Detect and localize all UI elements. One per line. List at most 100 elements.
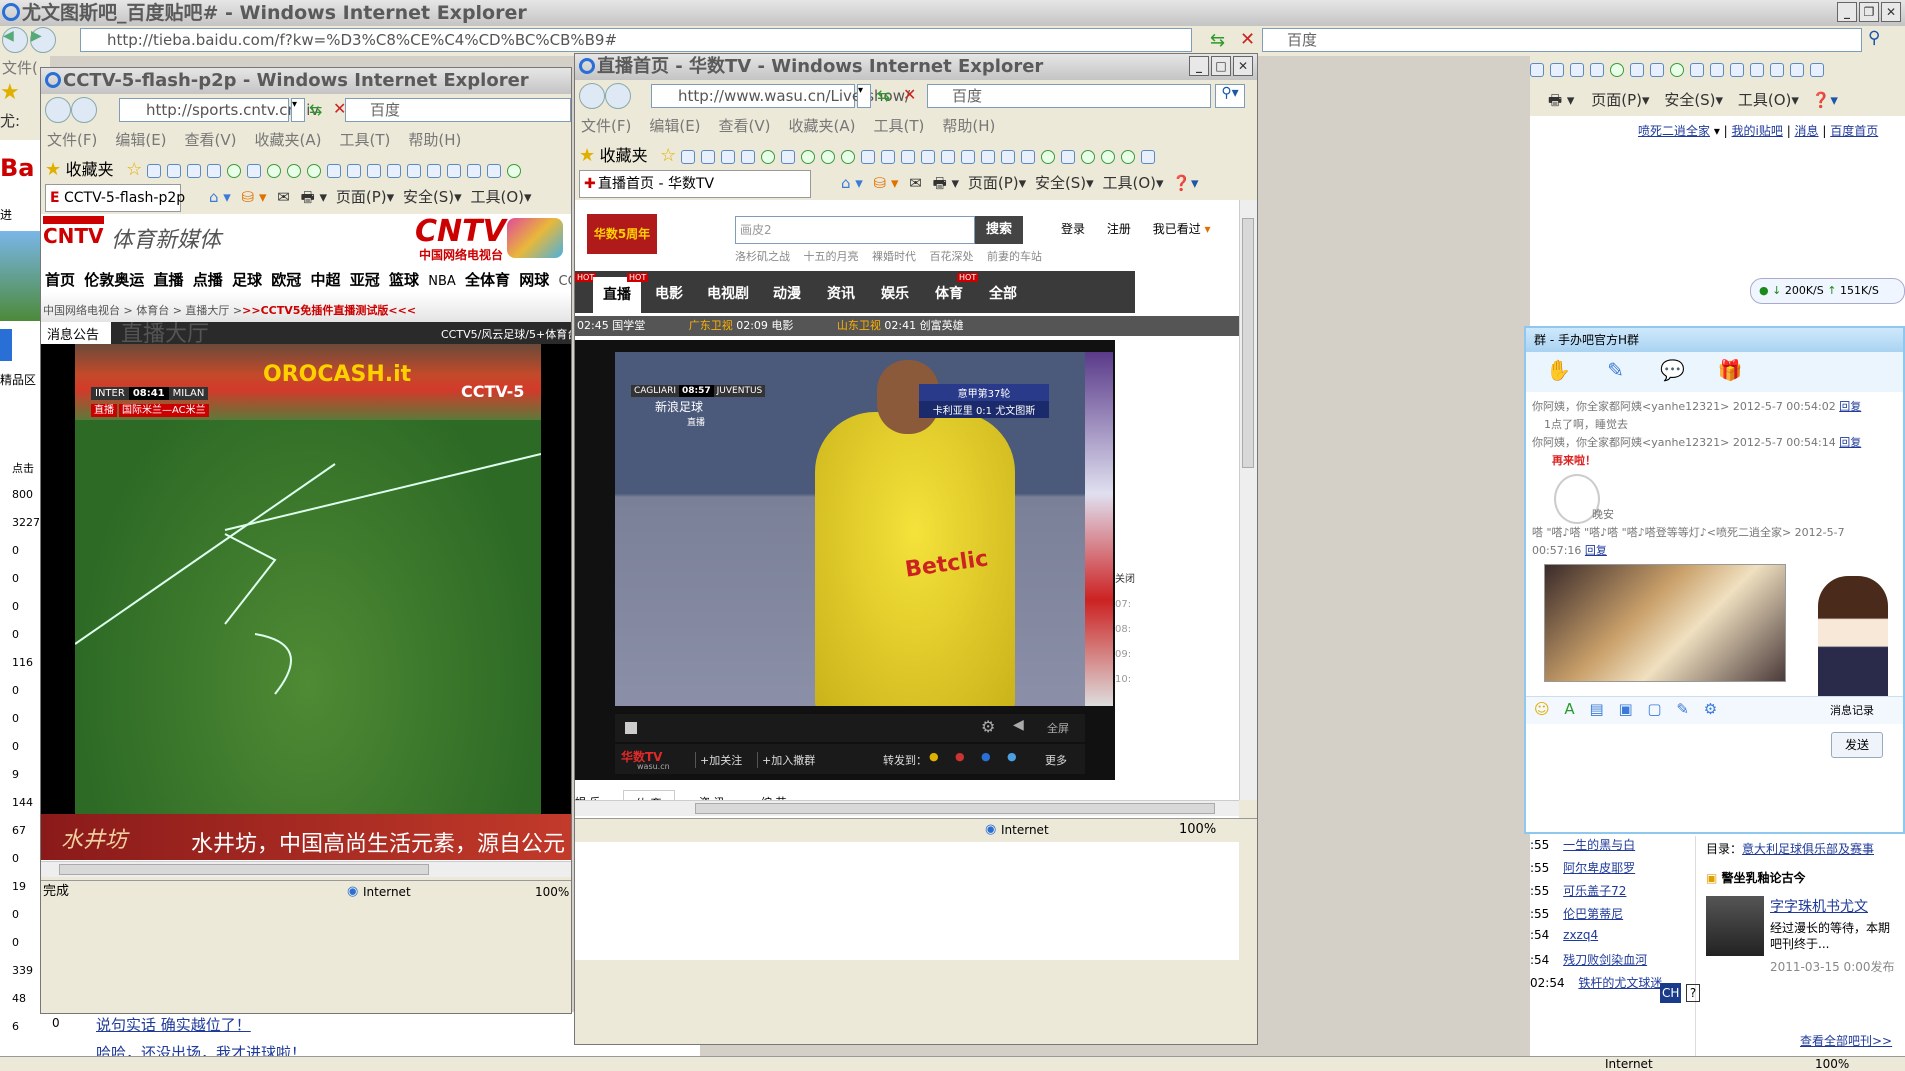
chat-gift-icon[interactable]: 🎁: [1718, 358, 1743, 382]
wasu-tab[interactable]: ✚ 直播首页 - 华数TV: [579, 170, 811, 198]
ticker-show[interactable]: 创富英雄: [920, 319, 964, 332]
scroll-thumb[interactable]: [59, 864, 429, 875]
category-sports[interactable]: 体育: [935, 283, 963, 303]
share-icon[interactable]: ●: [981, 750, 991, 763]
right-menu-page[interactable]: 页面(P): [1591, 91, 1642, 109]
hot-word[interactable]: 十五的月亮: [804, 250, 859, 263]
reply-link[interactable]: 回复: [1839, 400, 1861, 413]
print-icon[interactable]: 🖶 ▾: [933, 174, 959, 192]
thread-link[interactable]: 说句实话 确实越位了！: [96, 1014, 251, 1035]
help-icon[interactable]: ❓▾: [1172, 174, 1198, 192]
wasu-search-button[interactable]: 搜索: [975, 216, 1023, 244]
chat-icon[interactable]: ▢: [1647, 700, 1661, 718]
wasu-menu-page[interactable]: 页面(P): [968, 174, 1019, 192]
refresh-icon[interactable]: ⇆: [877, 86, 890, 105]
scroll-thumb[interactable]: [695, 803, 1215, 814]
forward-button[interactable]: [71, 97, 97, 123]
bg-search-input[interactable]: 百度: [1262, 28, 1862, 52]
category-news[interactable]: 资讯: [827, 283, 855, 303]
ticker-show[interactable]: 国学堂: [612, 319, 645, 332]
cctv-search-input[interactable]: 百度: [345, 98, 571, 122]
maximize-button[interactable]: □: [1211, 56, 1231, 76]
wasu-address-dropdown[interactable]: ▾: [857, 84, 871, 108]
menu-view[interactable]: 查看(V): [185, 131, 237, 149]
back-button[interactable]: [579, 83, 605, 109]
chat-edit-icon[interactable]: ✎: [1607, 358, 1624, 382]
cctv-menu-tools[interactable]: 工具(O): [470, 188, 524, 206]
restore-button[interactable]: ❐: [1859, 2, 1879, 22]
bg-address-input[interactable]: http://tieba.baidu.com/f?kw=%D3%C8%CE%C4…: [80, 28, 1192, 52]
watched-link[interactable]: 我已看过: [1153, 222, 1201, 236]
smile-icon[interactable]: ☺: [1534, 700, 1550, 718]
wasu-vscroll[interactable]: [1239, 200, 1257, 800]
chat-bubble-icon[interactable]: 💬: [1660, 358, 1685, 382]
message-link[interactable]: 消息: [1795, 124, 1819, 138]
right-menu-tools[interactable]: 工具(O): [1738, 91, 1792, 109]
menu-view[interactable]: 查看(V): [719, 117, 771, 135]
cctv-address-dropdown[interactable]: ▾: [291, 98, 305, 122]
ime-label[interactable]: CH: [1660, 983, 1682, 1003]
print-icon[interactable]: 🖶 ▾: [301, 188, 327, 206]
note-icon[interactable]: ✎: [1676, 700, 1689, 718]
thread-author[interactable]: 一生的黑与白: [1563, 838, 1635, 852]
stop-button[interactable]: [625, 722, 637, 734]
settings-icon[interactable]: ⚙: [1704, 700, 1717, 718]
forward-button[interactable]: ▶: [30, 27, 56, 53]
thread-author[interactable]: 残刀败剑染血河: [1563, 953, 1647, 967]
nav-acl[interactable]: 亚冠: [350, 271, 380, 289]
hot-word[interactable]: 洛杉矶之战: [735, 250, 790, 263]
nav-nba[interactable]: NBA: [428, 274, 456, 289]
cctv-tab[interactable]: E CCTV-5-flash-p2p: [45, 184, 185, 212]
thread-author[interactable]: 铁杆的尤文球迷: [1578, 976, 1662, 990]
menu-tools[interactable]: 工具(T): [873, 117, 924, 135]
share-icon[interactable]: ●: [1007, 750, 1017, 763]
cctv-status-zoom[interactable]: 100%: [535, 881, 569, 903]
hot-word[interactable]: 百花深处: [930, 250, 974, 263]
nav-cctv5[interactable]: CCTV5: [559, 274, 571, 289]
bg-favorites-icon[interactable]: ★: [0, 80, 20, 105]
scroll-thumb[interactable]: [1242, 218, 1254, 468]
share-icon[interactable]: ●: [955, 750, 965, 763]
nav-ucl[interactable]: 欧冠: [271, 271, 301, 289]
chat-send-button[interactable]: 发送: [1831, 732, 1883, 758]
right-menu-safety[interactable]: 安全(S): [1664, 91, 1715, 109]
history-button[interactable]: 消息记录: [1830, 702, 1874, 718]
refresh-icon[interactable]: ⇆: [309, 100, 322, 119]
login-link[interactable]: 登录: [1061, 222, 1085, 236]
add-favorite-icon[interactable]: ☆: [126, 159, 142, 180]
nav-live[interactable]: 直播: [154, 271, 184, 289]
stop-icon[interactable]: ✕: [903, 85, 916, 104]
cctv-favorites-button[interactable]: 收藏夹: [66, 160, 114, 179]
nav-london[interactable]: 伦敦奥运: [84, 271, 144, 289]
wasu-menu-tools[interactable]: 工具(O): [1102, 174, 1156, 192]
thread-author[interactable]: 可乐盖子72: [1563, 884, 1626, 898]
category-live[interactable]: 直播: [593, 277, 641, 313]
register-link[interactable]: 注册: [1107, 222, 1131, 236]
reply-link[interactable]: 回复: [1585, 544, 1607, 557]
print-icon[interactable]: 🖶 ▾: [1548, 91, 1574, 109]
menu-file[interactable]: 文件(F): [47, 131, 97, 149]
menu-tools[interactable]: 工具(T): [339, 131, 390, 149]
close-side[interactable]: 关闭: [1115, 570, 1139, 585]
refresh-icon[interactable]: ⇆: [1210, 30, 1225, 51]
menu-help[interactable]: 帮助(H): [408, 131, 461, 149]
hot-word[interactable]: 前妻的车站: [987, 250, 1042, 263]
minimize-button[interactable]: _: [1189, 56, 1209, 76]
share-icon[interactable]: ●: [929, 750, 939, 763]
ime-help-icon[interactable]: ?: [1685, 984, 1701, 1002]
wasu-favorites-button[interactable]: 收藏夹: [600, 146, 648, 165]
wasu-hscroll[interactable]: [575, 800, 1239, 816]
favorites-star-icon[interactable]: ★: [45, 159, 61, 180]
card-user[interactable]: 字字珠机书尤文: [1770, 896, 1900, 916]
thread-author[interactable]: zxzq4: [1563, 928, 1598, 942]
bg-status-zoom[interactable]: 100%: [1815, 1057, 1849, 1071]
back-button[interactable]: [45, 97, 71, 123]
nav-home[interactable]: 首页: [45, 271, 75, 289]
add-favorite-icon[interactable]: ☆: [660, 145, 676, 166]
thread-author[interactable]: 伦巴第蒂尼: [1563, 907, 1623, 921]
volume-icon[interactable]: ◀: [1013, 717, 1024, 733]
stop-icon[interactable]: ✕: [1240, 29, 1255, 50]
help-icon[interactable]: ❓▾: [1812, 91, 1838, 109]
baidu-home-link[interactable]: 百度首页: [1830, 124, 1878, 138]
ticker-show[interactable]: 电影: [771, 319, 793, 332]
